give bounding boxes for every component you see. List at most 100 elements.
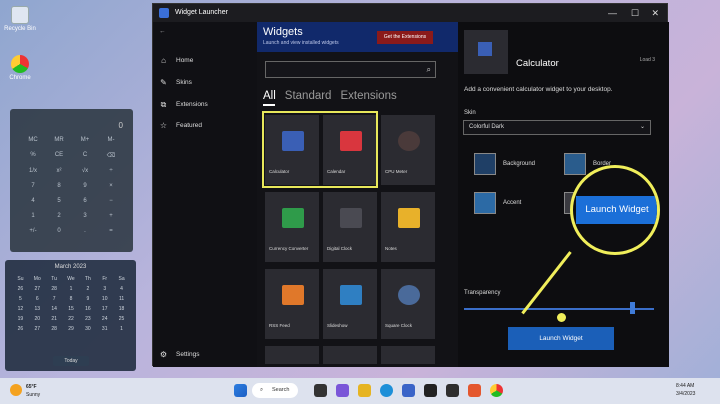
calc-key[interactable]: +/- — [20, 228, 46, 234]
maximize-button[interactable]: ☐ — [631, 4, 639, 22]
calc-key[interactable]: 9 — [72, 183, 98, 189]
calc-key[interactable]: 5 — [46, 198, 72, 204]
sidebar-item-settings[interactable]: ⚙ Settings — [159, 350, 200, 359]
calendar-day[interactable]: 12 — [12, 306, 29, 312]
calendar-day[interactable]: 14 — [46, 306, 63, 312]
calendar-day[interactable]: 25 — [113, 316, 130, 322]
chrome-icon[interactable]: Chrome — [0, 55, 40, 81]
calendar-day[interactable]: 31 — [96, 326, 113, 332]
tab-all[interactable]: All — [263, 90, 276, 102]
calc-key[interactable]: 0 — [46, 228, 72, 234]
chrome-icon[interactable] — [490, 384, 503, 397]
calc-key[interactable]: 1 — [20, 213, 46, 219]
calendar-day[interactable]: 27 — [29, 326, 46, 332]
calc-key[interactable]: = — [98, 228, 124, 234]
calendar-day[interactable]: 10 — [96, 296, 113, 302]
calendar-day[interactable]: 6 — [29, 296, 46, 302]
calendar-day[interactable]: 26 — [12, 326, 29, 332]
calc-key[interactable]: 2 — [46, 213, 72, 219]
task-view-icon[interactable] — [314, 384, 327, 397]
launch-widget-button-zoomed[interactable]: Launch Widget — [576, 196, 657, 224]
weather-sun-icon[interactable] — [10, 384, 22, 396]
taskbar-search[interactable]: ⌕ Search — [252, 383, 298, 398]
calc-key[interactable]: M- — [98, 137, 124, 143]
calc-key[interactable]: × — [98, 183, 124, 189]
app-icon[interactable] — [446, 384, 459, 397]
calendar-today-button[interactable]: Today — [53, 356, 89, 366]
calendar-day[interactable]: 13 — [29, 306, 46, 312]
calendar-day[interactable]: 3 — [96, 286, 113, 292]
calendar-day[interactable]: 15 — [63, 306, 80, 312]
widget-tile-partial[interactable] — [323, 346, 377, 364]
calendar-day[interactable]: 28 — [46, 326, 63, 332]
border-color-swatch[interactable] — [564, 153, 586, 175]
calendar-day[interactable]: 2 — [79, 286, 96, 292]
calendar-day[interactable]: 16 — [79, 306, 96, 312]
widget-tile-currency-converter[interactable]: Currency Converter — [265, 192, 319, 262]
calendar-day[interactable]: 30 — [79, 326, 96, 332]
calc-key[interactable]: 3 — [72, 213, 98, 219]
widget-tile-partial[interactable] — [265, 346, 319, 364]
background-color-swatch[interactable] — [474, 153, 496, 175]
calc-key[interactable]: C — [72, 152, 98, 159]
get-extensions-button[interactable]: Get the Extensions — [377, 31, 433, 44]
calendar-day[interactable]: 7 — [46, 296, 63, 302]
transparency-slider-track[interactable] — [464, 308, 654, 310]
search-input[interactable]: ⌕ — [265, 61, 436, 78]
calc-key[interactable]: MC — [20, 137, 46, 143]
sidebar-item-home[interactable]: ⌂ Home — [159, 56, 193, 65]
sidebar-item-extensions[interactable]: ⧉ Extensions — [159, 100, 208, 109]
calc-key[interactable]: √x — [72, 168, 98, 174]
calc-key[interactable]: CE — [46, 152, 72, 159]
calc-key[interactable]: 7 — [20, 183, 46, 189]
calc-key[interactable]: ÷ — [98, 168, 124, 174]
tab-standard[interactable]: Standard — [285, 90, 332, 102]
tab-extensions[interactable]: Extensions — [340, 90, 396, 102]
clock-time[interactable]: 8:44 AM — [676, 383, 694, 389]
launch-widget-button[interactable]: Launch Widget — [508, 327, 614, 350]
widget-tile-square-clock[interactable]: Square Clock — [381, 269, 435, 339]
calculator-desktop-widget[interactable]: 0 MC MR M+ M-% CE C ⌫ 1/x x² √x ÷ 7 8 9 × 4 5 6−1 2 3 + +/- 0.… — [10, 109, 133, 252]
recycle-bin-icon[interactable]: Recycle Bin — [0, 6, 40, 32]
widget-tile-cpu-meter[interactable]: CPU Meter — [381, 115, 435, 185]
transparency-slider-thumb[interactable] — [630, 302, 635, 314]
calendar-day[interactable]: 19 — [12, 316, 29, 322]
chat-icon[interactable] — [336, 384, 349, 397]
calendar-day[interactable]: 26 — [12, 286, 29, 292]
calendar-day[interactable]: 4 — [113, 286, 130, 292]
calc-key[interactable]: + — [98, 213, 124, 219]
calc-key[interactable]: 8 — [46, 183, 72, 189]
calendar-day[interactable]: 29 — [63, 326, 80, 332]
calendar-day[interactable]: 17 — [96, 306, 113, 312]
calendar-day[interactable]: 11 — [113, 296, 130, 302]
sidebar-item-skins[interactable]: ✎ Skins — [159, 78, 192, 87]
calc-key[interactable]: 1/x — [20, 168, 46, 174]
calendar-day[interactable]: 8 — [63, 296, 80, 302]
back-button[interactable]: ← — [159, 28, 166, 35]
calendar-day[interactable]: 1 — [113, 326, 130, 332]
skin-dropdown[interactable]: Colorful Dark ⌄ — [463, 120, 651, 135]
widget-tile-partial[interactable] — [381, 346, 435, 364]
calendar-day[interactable]: 5 — [12, 296, 29, 302]
calendar-day[interactable]: 1 — [63, 286, 80, 292]
store-icon[interactable] — [402, 384, 415, 397]
edge-icon[interactable] — [380, 384, 393, 397]
calc-key[interactable]: % — [20, 152, 46, 159]
sidebar-item-featured[interactable]: ☆ Featured — [159, 121, 202, 130]
file-explorer-icon[interactable] — [358, 384, 371, 397]
calc-key[interactable]: . — [72, 228, 98, 234]
calendar-day[interactable]: 22 — [63, 316, 80, 322]
widget-tile-rss-feed[interactable]: RSS Feed — [265, 269, 319, 339]
widget-tile-notes[interactable]: Notes — [381, 192, 435, 262]
minimize-button[interactable]: — — [608, 4, 617, 22]
widget-tile-digital-clock[interactable]: Digital Clock — [323, 192, 377, 262]
calc-key[interactable]: M+ — [72, 137, 98, 143]
calc-key[interactable]: 4 — [20, 198, 46, 204]
app-icon[interactable] — [424, 384, 437, 397]
calendar-day[interactable]: 27 — [29, 286, 46, 292]
calendar-desktop-widget[interactable]: March 2023 Su Mo Tu We Th Fr Sa 26 27 28 1 2 3 4 5 6 7 8 9… — [5, 260, 136, 371]
calc-key[interactable]: − — [98, 198, 124, 204]
calendar-day[interactable]: 18 — [113, 306, 130, 312]
calendar-day[interactable]: 20 — [29, 316, 46, 322]
calc-key[interactable]: x² — [46, 168, 72, 174]
